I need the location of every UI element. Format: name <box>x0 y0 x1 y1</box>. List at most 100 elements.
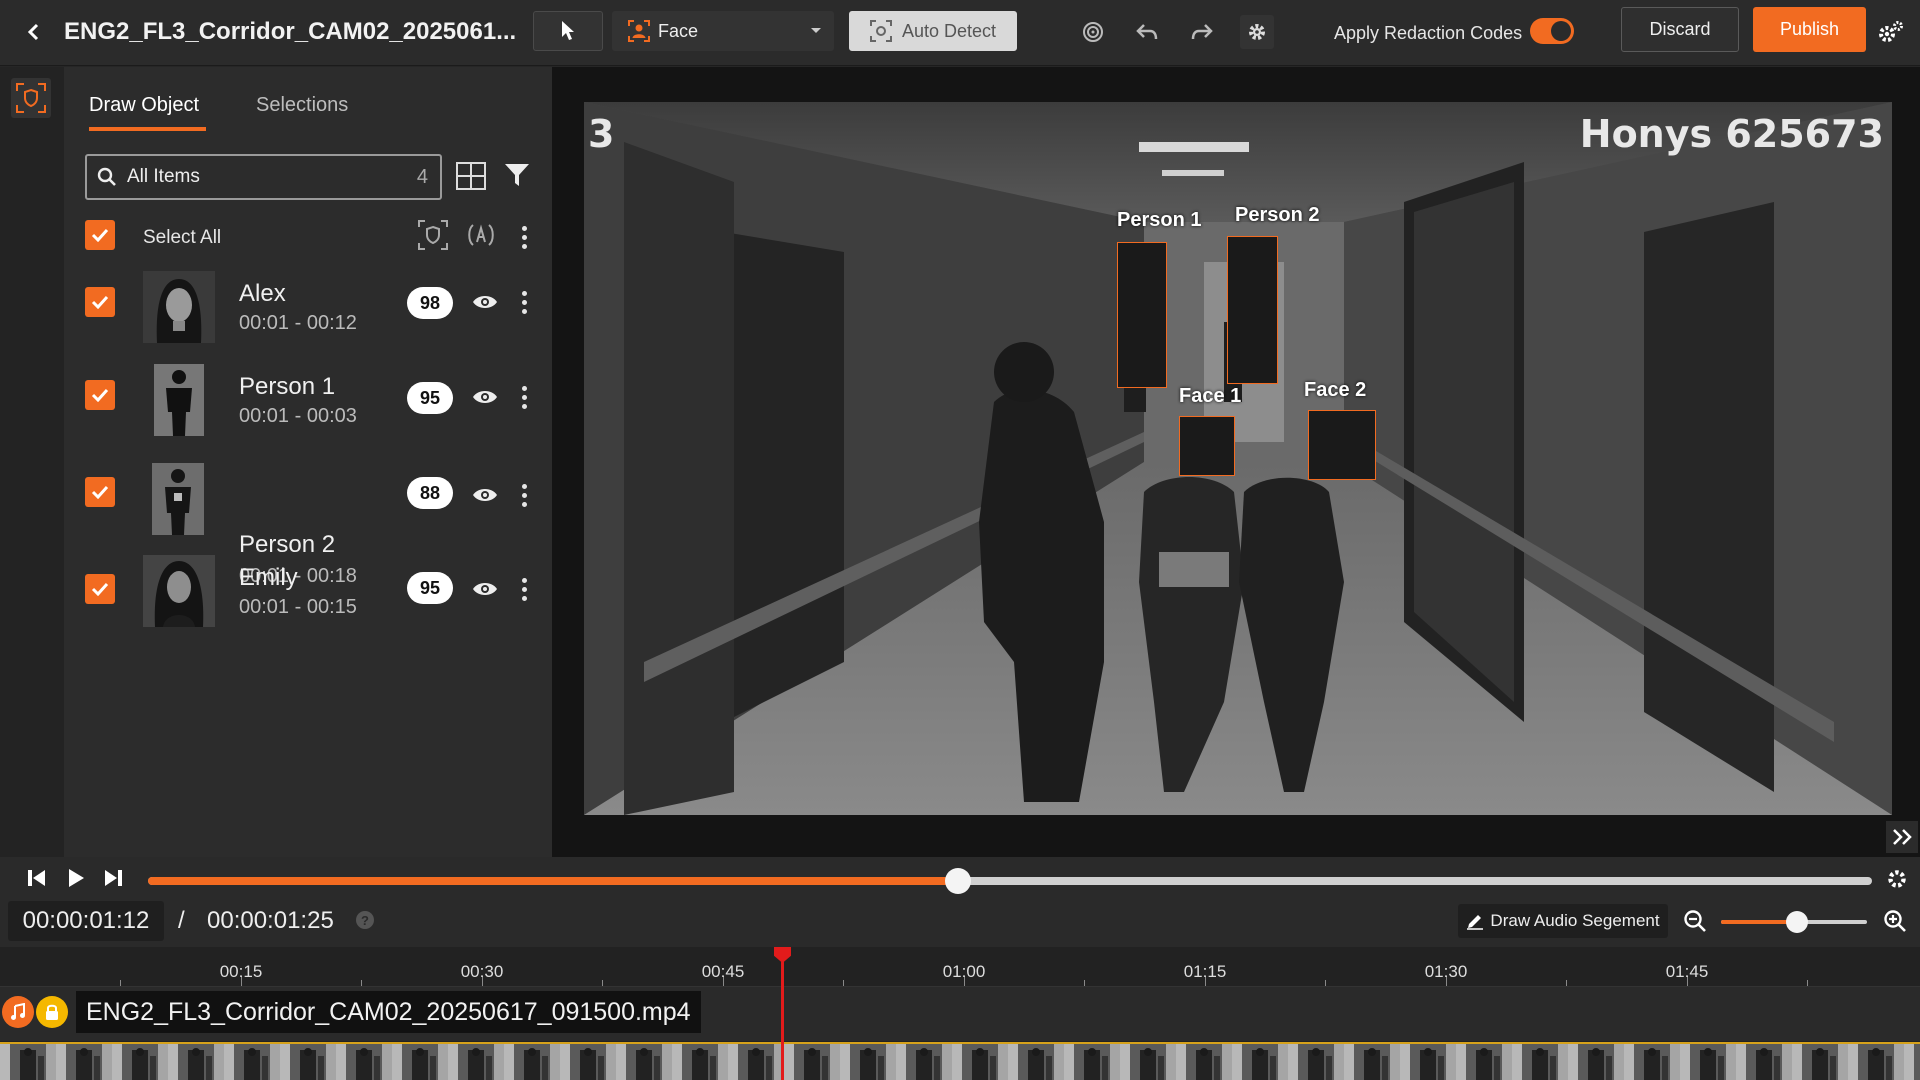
ruler-tick <box>602 980 603 986</box>
timeline[interactable]: 00:15 00:30 00:45 01:00 01:15 01:30 01:45 ENG2… <box>0 947 1920 1080</box>
item-thumbnail <box>154 364 204 436</box>
back-button[interactable] <box>18 16 50 48</box>
grid-view-button[interactable] <box>456 162 486 195</box>
timeline-ruler[interactable]: 00:15 00:30 00:45 01:00 01:15 01:30 01:45 <box>0 947 1920 987</box>
item-thumbnail <box>143 271 215 343</box>
ruler-tick <box>1807 980 1808 986</box>
playback-settings-button[interactable] <box>1885 867 1909 896</box>
toggle-knob <box>1551 21 1571 41</box>
checkmark-icon <box>91 228 109 242</box>
item-name: Person 1 <box>239 373 336 400</box>
checkmark-icon <box>91 485 109 499</box>
help-icon[interactable]: ? <box>356 911 374 929</box>
item-more-menu[interactable] <box>516 484 532 507</box>
zoom-slider[interactable] <box>1721 911 1867 933</box>
search-box[interactable]: 4 <box>85 154 442 200</box>
select-all-checkbox[interactable] <box>85 220 115 250</box>
audio-track-button[interactable] <box>2 996 34 1028</box>
caret-down-icon <box>811 28 821 33</box>
box-label: Person 2 <box>1235 204 1320 226</box>
zoom-out-button[interactable] <box>1683 909 1707 938</box>
time-separator: / <box>178 907 185 934</box>
tab-draw-object[interactable]: Draw Object <box>89 94 199 117</box>
lock-track-button[interactable] <box>36 996 68 1028</box>
expand-panel-button[interactable] <box>1886 821 1918 853</box>
ruler-tick-label: 00:45 <box>701 962 745 981</box>
item-checkbox[interactable] <box>85 287 115 317</box>
redo-button[interactable] <box>1185 15 1219 49</box>
select-all-more-menu[interactable] <box>516 226 532 249</box>
pointer-tool-button[interactable] <box>533 11 603 51</box>
discard-button[interactable]: Discard <box>1621 7 1739 52</box>
play-button[interactable] <box>65 867 87 894</box>
video-filmstrip[interactable] <box>0 1042 1920 1080</box>
video-frame[interactable]: 3 Honys 625673 Person 1 Person 2 Face 1 … <box>584 102 1892 815</box>
filmstrip-frame <box>1064 1044 1120 1080</box>
redaction-tool-button[interactable] <box>11 78 51 118</box>
filmstrip-frame <box>168 1044 224 1080</box>
visibility-toggle[interactable] <box>472 388 498 411</box>
gear-icon <box>1249 24 1265 40</box>
step-forward-button[interactable] <box>102 867 124 894</box>
visibility-toggle[interactable] <box>472 293 498 316</box>
face-scan-icon <box>628 20 650 42</box>
filmstrip-frame <box>672 1044 728 1080</box>
blur-tool-button[interactable] <box>1076 15 1110 49</box>
filmstrip-frame <box>1848 1044 1904 1080</box>
step-back-icon <box>28 870 45 886</box>
filmstrip-frame <box>1624 1044 1680 1080</box>
video-viewer: 3 Honys 625673 Person 1 Person 2 Face 1 … <box>552 67 1920 857</box>
filmstrip-frame <box>1792 1044 1848 1080</box>
filter-button[interactable] <box>504 162 530 193</box>
search-icon <box>97 167 116 186</box>
list-item[interactable]: Alex 00:01 - 00:12 98 <box>64 267 552 357</box>
item-more-menu[interactable] <box>516 386 532 409</box>
ruler-tick-label: 00:15 <box>219 962 263 981</box>
item-checkbox[interactable] <box>85 380 115 410</box>
detect-type-select[interactable]: Face <box>612 11 834 51</box>
item-more-menu[interactable] <box>516 291 532 314</box>
visibility-toggle[interactable] <box>472 486 498 509</box>
play-icon <box>69 869 84 887</box>
step-back-button[interactable] <box>26 867 48 894</box>
auto-detect-button[interactable]: Auto Detect <box>849 11 1017 51</box>
advanced-settings-button[interactable] <box>1874 16 1908 50</box>
visibility-toggle[interactable] <box>472 580 498 603</box>
item-checkbox[interactable] <box>85 574 115 604</box>
list-item[interactable]: Emily 00:01 - 00:15 95 <box>64 554 552 644</box>
filmstrip-frame <box>1456 1044 1512 1080</box>
list-item[interactable]: Person 2 00:01 - 00:18 88 <box>64 457 552 587</box>
apply-redaction-toggle[interactable] <box>1530 18 1574 44</box>
zoom-handle[interactable] <box>1785 911 1808 933</box>
camera-id-overlay: Honys 625673 <box>1579 112 1884 156</box>
filmstrip-frame <box>392 1044 448 1080</box>
zoom-in-button[interactable] <box>1883 909 1907 938</box>
settings-button[interactable] <box>1240 15 1274 49</box>
music-note-icon <box>11 1003 25 1020</box>
eye-icon <box>473 489 497 501</box>
zoom-in-icon <box>1884 910 1906 932</box>
bulk-redact-button[interactable] <box>418 220 448 255</box>
redo-icon <box>1191 24 1213 40</box>
redaction-box-person-2[interactable] <box>1227 236 1278 384</box>
publish-button[interactable]: Publish <box>1753 7 1866 52</box>
item-time-range: 00:01 - 00:03 <box>239 405 357 427</box>
search-input[interactable] <box>127 166 387 188</box>
filmstrip-frame <box>224 1044 280 1080</box>
progress-handle[interactable] <box>945 868 972 894</box>
list-item[interactable]: Person 1 00:01 - 00:03 95 <box>64 360 552 450</box>
item-more-menu[interactable] <box>516 578 532 601</box>
redaction-box-face-2[interactable] <box>1308 410 1376 480</box>
ruler-tick-label: 01:30 <box>1424 962 1468 981</box>
bulk-auto-button[interactable] <box>466 220 496 255</box>
undo-button[interactable] <box>1130 15 1164 49</box>
redaction-box-face-1[interactable] <box>1179 416 1235 476</box>
filmstrip-frame <box>336 1044 392 1080</box>
timeline-playhead[interactable] <box>781 947 784 1080</box>
item-checkbox[interactable] <box>85 477 115 507</box>
progress-slider[interactable] <box>148 868 1872 894</box>
draw-audio-segment-button[interactable]: Draw Audio Segement <box>1458 904 1668 938</box>
detect-type-value: Face <box>658 20 699 41</box>
redaction-box-person-1[interactable] <box>1117 242 1167 388</box>
tab-selections[interactable]: Selections <box>256 94 348 117</box>
